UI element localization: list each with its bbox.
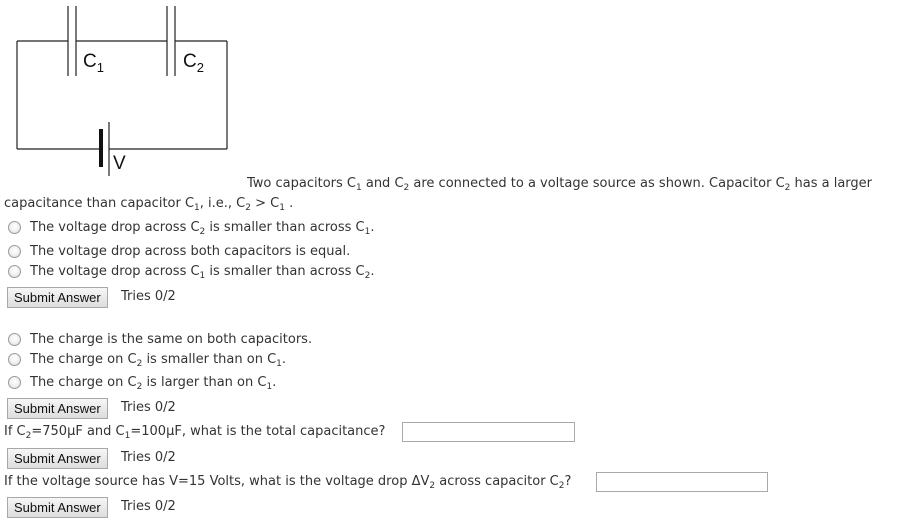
- q4-answer-input[interactable]: [596, 472, 768, 492]
- c2-label: C2: [183, 51, 204, 75]
- q2-option-2-radio[interactable]: [8, 352, 21, 366]
- capacitor-c1-symbol: [67, 6, 77, 76]
- q1-option-1-label: The voltage drop across C2 is smaller th…: [30, 219, 375, 237]
- intro-line-2: capacitance than capacitor C1, i.e., C2 …: [4, 196, 294, 213]
- q2-submit-button[interactable]: Submit Answer: [7, 398, 108, 419]
- q1-option-2-label: The voltage drop across both capacitors …: [30, 243, 351, 259]
- q2-option-2[interactable]: The charge on C2 is smaller than on C1.: [8, 350, 286, 368]
- c1-label: C1: [83, 51, 104, 75]
- q3-prompt: If C2=750μF and C1=100μF, what is the to…: [4, 424, 386, 441]
- q2-option-1[interactable]: The charge is the same on both capacitor…: [8, 330, 312, 348]
- q2-option-1-radio[interactable]: [8, 332, 21, 346]
- intro-line-1: Two capacitors C1 and C2 are connected t…: [247, 176, 873, 193]
- q2-option-2-label: The charge on C2 is smaller than on C1.: [30, 351, 287, 369]
- capacitor-c2-symbol: [166, 6, 176, 76]
- q1-option-3-radio[interactable]: [8, 264, 21, 278]
- q2-option-1-label: The charge is the same on both capacitor…: [30, 331, 313, 347]
- q3-tries: Tries 0/2: [121, 450, 176, 465]
- q1-option-1-radio[interactable]: [8, 220, 21, 234]
- q2-option-3-radio[interactable]: [8, 375, 21, 389]
- q1-submit-button[interactable]: Submit Answer: [7, 287, 108, 308]
- q4-submit-button[interactable]: Submit Answer: [7, 497, 108, 518]
- q1-tries: Tries 0/2: [121, 289, 176, 304]
- q2-option-3[interactable]: The charge on C2 is larger than on C1.: [8, 373, 276, 391]
- q2-tries: Tries 0/2: [121, 400, 176, 415]
- battery-symbol: [99, 122, 110, 176]
- q1-option-3-label: The voltage drop across C1 is smaller th…: [30, 263, 375, 281]
- q1-option-1[interactable]: The voltage drop across C2 is smaller th…: [8, 218, 374, 236]
- q3-submit-button[interactable]: Submit Answer: [7, 448, 108, 469]
- q1-option-3[interactable]: The voltage drop across C1 is smaller th…: [8, 262, 374, 280]
- q1-option-2-radio[interactable]: [8, 244, 21, 258]
- circuit-diagram: C1 C2 V: [16, 6, 228, 176]
- q3-answer-input[interactable]: [402, 422, 575, 442]
- q4-prompt: If the voltage source has V=15 Volts, wh…: [4, 474, 572, 491]
- q1-option-2[interactable]: The voltage drop across both capacitors …: [8, 242, 350, 260]
- voltage-label: V: [113, 153, 126, 174]
- q4-tries: Tries 0/2: [121, 499, 176, 514]
- q2-option-3-label: The charge on C2 is larger than on C1.: [30, 374, 277, 392]
